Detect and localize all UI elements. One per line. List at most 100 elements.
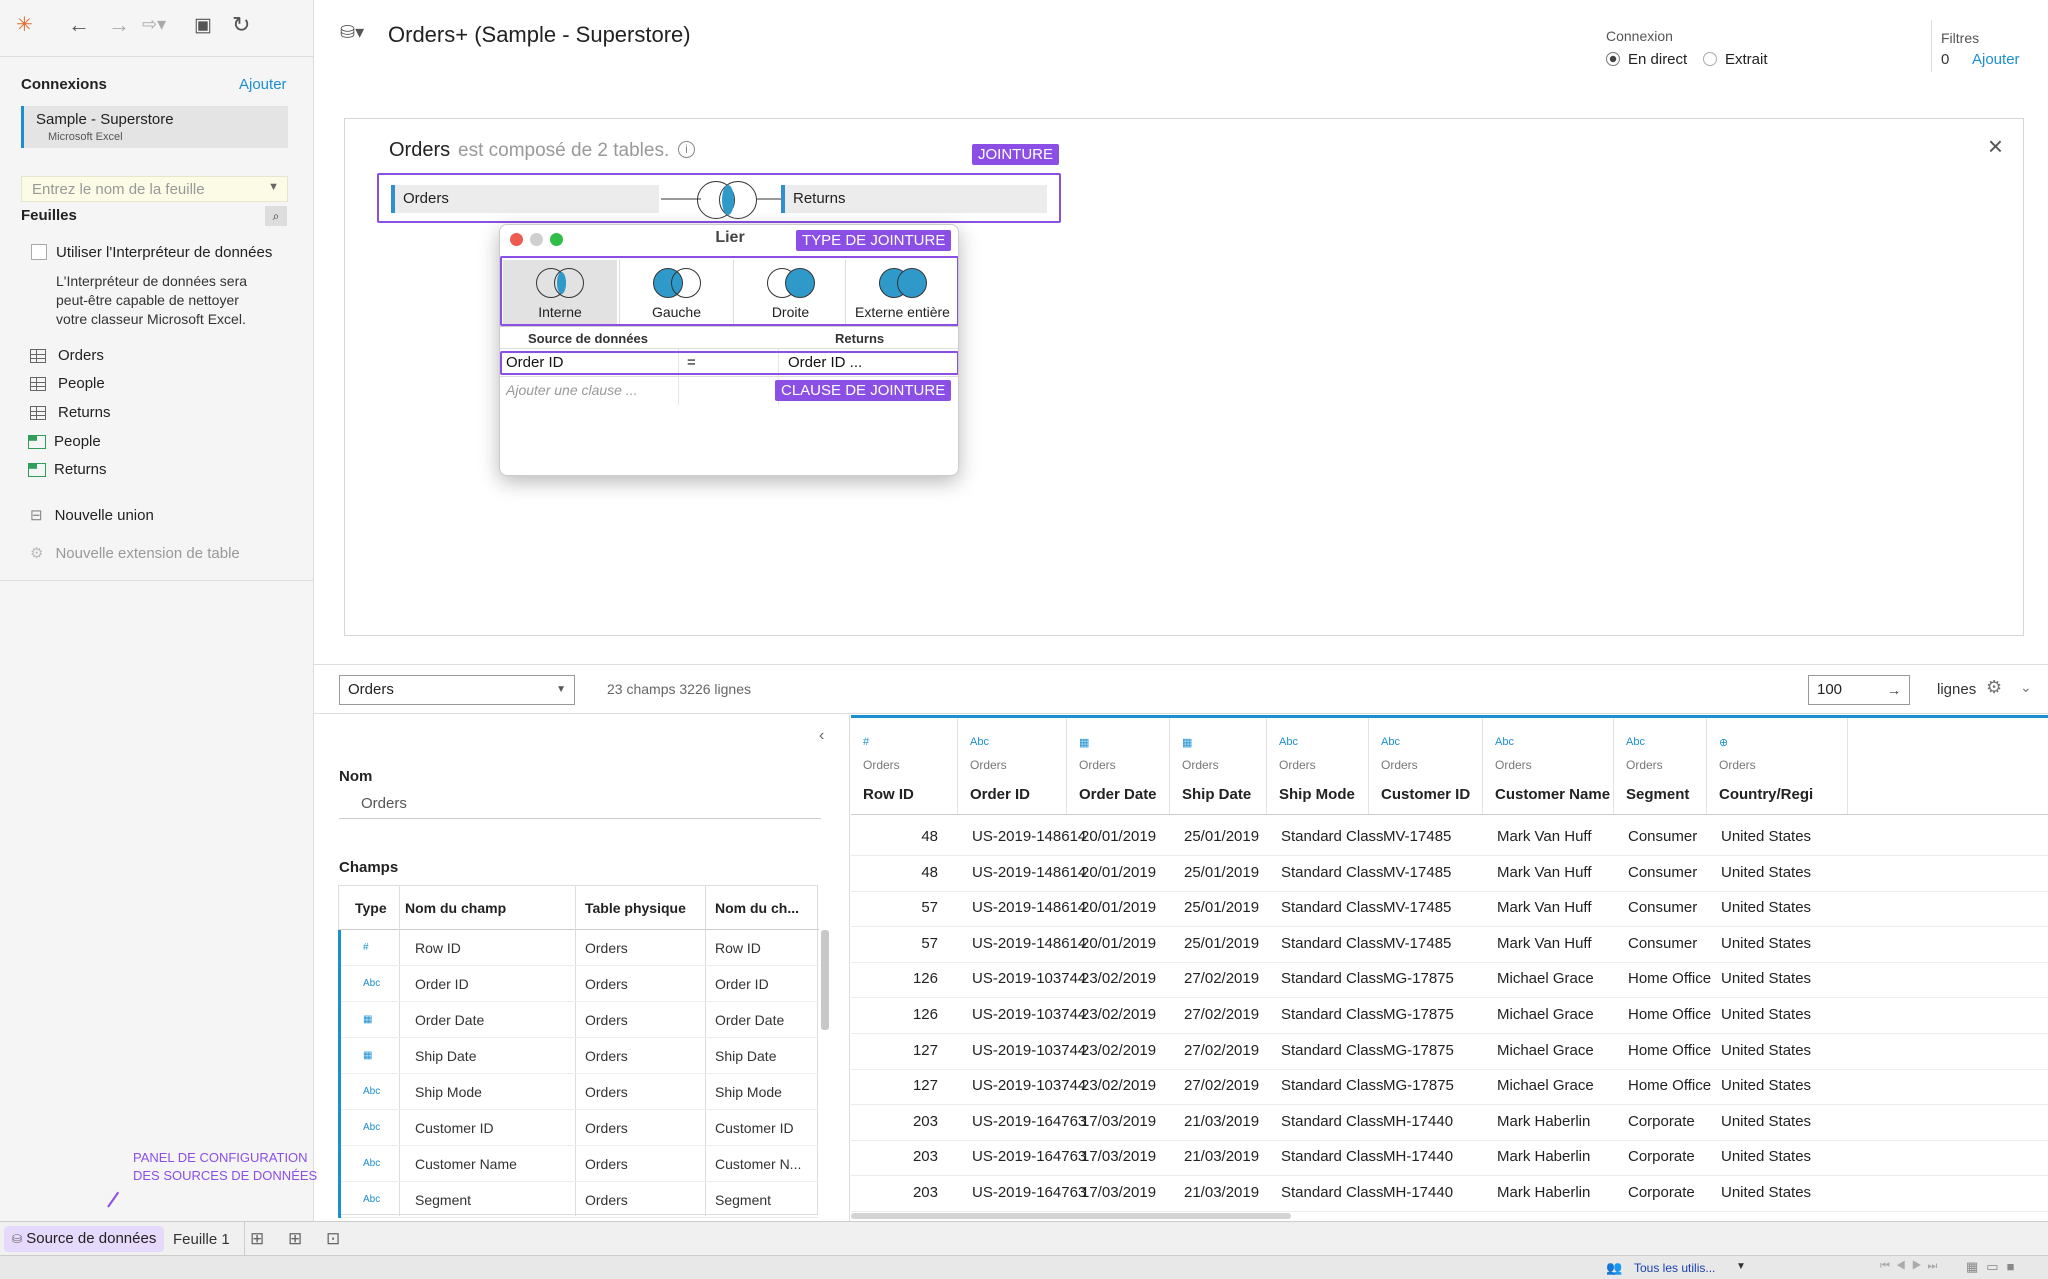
new-union-item[interactable]: ⊟ Nouvelle union xyxy=(30,506,154,525)
view-mode-icons[interactable]: ▦▭■ xyxy=(1966,1259,2022,1275)
name-input[interactable]: Orders xyxy=(339,795,821,819)
field-row[interactable]: # Row ID Orders Row ID xyxy=(338,930,819,966)
column-header[interactable]: ▦ Orders Ship Date xyxy=(1170,718,1267,814)
back-arrow-icon[interactable]: ← xyxy=(68,12,90,38)
collapse-panel-icon[interactable]: ‹ xyxy=(819,727,824,745)
column-source-table: Orders xyxy=(1381,758,1418,772)
sheet-item-returns-range[interactable]: Returns xyxy=(28,461,107,478)
string-icon[interactable]: Abc xyxy=(1626,736,1645,748)
search-icon[interactable]: ⌕ xyxy=(265,206,287,226)
dropdown-arrow-icon[interactable]: ▼ xyxy=(1736,1261,1746,1272)
field-original-name: Customer N... xyxy=(715,1156,802,1172)
dropdown-arrow-icon[interactable]: ▼ xyxy=(268,181,279,193)
new-sheet-icon[interactable]: ⊞ xyxy=(250,1229,264,1249)
table-cell: Standard Class xyxy=(1281,1041,1384,1059)
column-header[interactable]: Abc Orders Segment xyxy=(1614,718,1707,814)
field-row[interactable]: Abc Ship Mode Orders Ship Mode xyxy=(338,1074,819,1110)
field-row[interactable]: Abc Order ID Orders Order ID xyxy=(338,966,819,1002)
table-cell: United States xyxy=(1721,828,1812,845)
string-icon: Abc xyxy=(363,1122,381,1133)
column-header[interactable]: Abc Orders Ship Mode xyxy=(1267,718,1369,814)
column-header[interactable]: Abc Orders Order ID xyxy=(958,718,1067,814)
add-filter-link[interactable]: Ajouter xyxy=(1972,51,2020,68)
table-cell: MH-17440 xyxy=(1383,1112,1454,1130)
sheet-search-input[interactable]: Entrez le nom de la feuille ▼ xyxy=(21,176,288,202)
user-filter-select[interactable]: Tous les utilis... xyxy=(1634,1261,1715,1275)
calendar-icon[interactable]: ▦ xyxy=(1079,736,1089,749)
join-dialog: Lier Interne Gauche Droite Externe entiè… xyxy=(499,224,959,476)
connection-mode-label: Connexion xyxy=(1606,28,1673,44)
table-cell: Standard Class xyxy=(1281,1148,1384,1166)
new-story-icon[interactable]: ⊡ xyxy=(326,1229,340,1249)
table-cell: United States xyxy=(1721,1077,1812,1095)
close-icon[interactable]: × xyxy=(1988,131,2003,162)
sheet-item-people[interactable]: People xyxy=(30,375,105,392)
field-row[interactable]: Abc Customer ID Orders Customer ID xyxy=(338,1110,819,1146)
status-bar: 👥 Tous les utilis... ▼ ⏮◀▶⏭ ▦▭■ xyxy=(0,1255,2048,1279)
table-cell: 127 xyxy=(912,1041,938,1059)
refresh-icon[interactable]: ↻ xyxy=(232,12,250,38)
rows-limit-input[interactable]: 100 → xyxy=(1808,675,1910,705)
pagination-controls[interactable]: ⏮◀▶⏭ xyxy=(1880,1260,1943,1273)
datasource-icon: ⛁ xyxy=(12,1232,23,1246)
connection-item[interactable]: Sample - Superstore Microsoft Excel xyxy=(21,106,288,148)
table-cell: US-2019-103744 xyxy=(972,1077,1087,1095)
table-cell: US-2019-164763 xyxy=(972,1112,1087,1130)
sheet-tabs-bar: ⛁ Source de données Feuille 1 ⊞ ⊞ ⊡ xyxy=(0,1221,2048,1256)
sheet-item-returns[interactable]: Returns xyxy=(30,404,111,421)
datasource-icon[interactable]: ⛁▾ xyxy=(340,22,364,43)
connection-name: Sample - Superstore xyxy=(36,111,174,128)
interpreter-label: Utiliser l'Interpréteur de données xyxy=(56,244,273,261)
page-title[interactable]: Orders+ (Sample - Superstore) xyxy=(388,22,691,48)
fields-label: Champs xyxy=(339,859,399,876)
string-icon: Abc xyxy=(363,1194,381,1205)
field-row[interactable]: Abc Segment Orders Segment xyxy=(338,1182,819,1218)
column-header[interactable]: # Orders Row ID xyxy=(851,718,958,814)
sheet-item-people-range[interactable]: People xyxy=(28,433,101,450)
tableau-logo-icon[interactable]: ✳ xyxy=(16,12,33,37)
field-row[interactable]: ▦ Ship Date Orders Ship Date xyxy=(338,1038,819,1074)
table-cell: 25/01/2019 xyxy=(1184,828,1260,845)
grid-horizontal-scrollbar[interactable] xyxy=(851,1213,1291,1219)
fields-scrollbar[interactable] xyxy=(821,930,829,1030)
table-select[interactable]: Orders ▼ xyxy=(339,675,575,705)
column-header[interactable]: ▦ Orders Order Date xyxy=(1067,718,1170,814)
collapse-chevron-icon[interactable]: ⌄ xyxy=(2020,679,2032,696)
apply-arrow-icon[interactable]: → xyxy=(1887,676,1901,704)
save-icon[interactable]: ▣ xyxy=(194,14,212,37)
table-cell: 23/02/2019 xyxy=(1081,1006,1157,1023)
add-clause-input[interactable]: Ajouter une clause ... xyxy=(506,382,638,398)
string-icon[interactable]: Abc xyxy=(1495,736,1514,748)
globe-icon[interactable]: ⊕ xyxy=(1719,736,1728,749)
field-row[interactable]: Abc Customer Name Orders Customer N... xyxy=(338,1146,819,1182)
table-cell: Standard Class xyxy=(1281,1006,1384,1023)
table-cell: Home Office xyxy=(1628,1006,1712,1023)
field-original-name: Order Date xyxy=(715,1012,785,1028)
forward-arrow-icon[interactable]: → xyxy=(108,12,130,38)
table-cell: 25/01/2019 xyxy=(1184,934,1260,952)
sheet-item-orders[interactable]: Orders xyxy=(30,347,104,364)
add-connection-link[interactable]: Ajouter xyxy=(239,76,287,93)
redo-icon[interactable]: ⇨▾ xyxy=(142,14,166,35)
column-name: Ship Mode xyxy=(1279,786,1355,803)
column-header[interactable]: ⊕ Orders Country/Regi xyxy=(1707,718,1848,814)
new-extension-item[interactable]: ⚙ Nouvelle extension de table xyxy=(30,544,240,563)
interpreter-checkbox[interactable] xyxy=(31,244,47,260)
table-cell: 203 xyxy=(912,1112,938,1130)
tab-datasource[interactable]: ⛁ Source de données xyxy=(4,1226,165,1252)
column-header[interactable]: Abc Orders Customer Name xyxy=(1483,718,1614,814)
new-dashboard-icon[interactable]: ⊞ xyxy=(288,1229,302,1249)
settings-gear-icon[interactable]: ⚙ xyxy=(1986,677,2002,698)
extract-radio[interactable] xyxy=(1703,52,1717,66)
live-radio[interactable] xyxy=(1606,52,1620,66)
info-icon[interactable]: i xyxy=(678,141,695,158)
table-cell: US-2019-103744 xyxy=(972,1006,1087,1023)
number-icon[interactable]: # xyxy=(863,736,869,748)
field-row[interactable]: ▦ Order Date Orders Order Date xyxy=(338,1002,819,1038)
string-icon[interactable]: Abc xyxy=(1381,736,1400,748)
calendar-icon[interactable]: ▦ xyxy=(1182,736,1192,749)
column-header[interactable]: Abc Orders Customer ID xyxy=(1369,718,1483,814)
tab-sheet-1[interactable]: Feuille 1 xyxy=(173,1231,230,1248)
string-icon[interactable]: Abc xyxy=(1279,736,1298,748)
string-icon[interactable]: Abc xyxy=(970,736,989,748)
